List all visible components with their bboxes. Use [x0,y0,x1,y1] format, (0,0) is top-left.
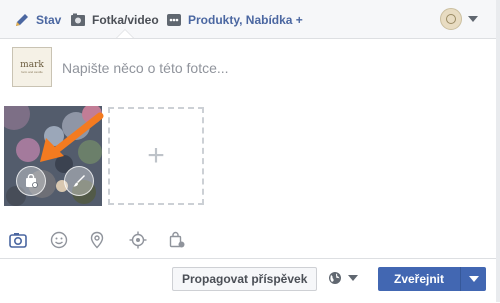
brush-icon [72,174,86,188]
pencil-icon [14,12,30,28]
page-avatar [440,8,462,30]
plus-icon: + [147,139,165,172]
photo-icon [70,12,86,28]
scroll-edge [496,0,500,302]
boost-post-button[interactable]: Propagovat příspěvek [172,267,318,291]
composer-actions [0,226,500,252]
chevron-down-icon [468,276,479,282]
orange-arrow-annotation [40,112,104,162]
globe-icon [328,271,342,285]
publish-group: Zveřejnit [378,267,486,291]
product-bag-icon[interactable] [167,230,187,250]
tab-products-offer-label: Produkty, Nabídka + [188,13,303,27]
post-composer: Stav Fotka/video Produkty, Nabídka + mar… [0,0,500,303]
composer-tabs: Stav Fotka/video Produkty, Nabídka + [0,0,500,39]
tab-products-offer[interactable]: Produkty, Nabídka + [166,10,303,30]
tab-status[interactable]: Stav [14,10,61,30]
target-icon[interactable] [128,230,148,250]
page-selector[interactable] [440,8,478,30]
audience-selector[interactable] [328,271,358,285]
chevron-down-icon [468,16,478,22]
composer-footer: Propagovat příspěvek Zveřejnit [0,258,500,303]
avatar: mark farm and candle [12,47,52,87]
post-text-input[interactable]: Napište něco o této fotce... [62,60,229,76]
publish-options-button[interactable] [460,267,486,291]
tag-product-button[interactable] [16,166,46,196]
avatar-brand: mark [20,59,44,70]
location-pin-icon[interactable] [87,230,107,250]
active-tab-indicator [117,30,133,38]
avatar-brand-sub: farm and candle [21,69,43,74]
tab-photo-video[interactable]: Fotka/video [70,10,159,30]
camera-icon[interactable] [8,230,28,250]
edit-photo-button[interactable] [64,166,94,196]
publish-button[interactable]: Zveřejnit [378,267,460,291]
tab-status-label: Stav [36,13,62,27]
smiley-icon[interactable] [49,230,69,250]
chevron-down-icon [348,275,358,281]
add-photo-button[interactable]: + [108,107,204,205]
chat-dots-icon [166,12,182,28]
shopping-bag-icon [24,174,38,188]
tab-photo-video-label: Fotka/video [92,13,159,27]
